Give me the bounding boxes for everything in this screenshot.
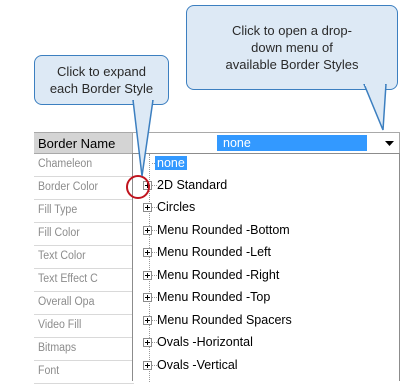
property-row[interactable]: Fill Type	[34, 200, 134, 223]
list-item-label: Ovals -Vertical	[157, 358, 238, 372]
property-label: Text Effect C	[38, 273, 98, 285]
list-item-label: 2D Standard	[157, 178, 228, 192]
expand-plus-icon[interactable]	[143, 248, 152, 257]
property-label: Fill Type	[38, 204, 78, 216]
highlight-circle	[126, 175, 150, 199]
list-item-label: none	[155, 156, 187, 170]
expand-plus-icon[interactable]	[143, 203, 152, 212]
property-label: Text Color	[38, 250, 86, 262]
border-style-dropdown: none 2D Standard Circles Menu Rounded -B…	[132, 153, 400, 382]
property-label: Video Fill	[38, 319, 82, 331]
property-label: Font	[38, 365, 60, 377]
property-label: Chameleon	[38, 158, 93, 170]
property-label: Overall Opa	[38, 296, 95, 308]
border-name-label: Border Name	[38, 136, 116, 151]
border-name-combobox[interactable]: none	[132, 132, 400, 154]
property-row[interactable]: Fill Color	[34, 223, 134, 246]
callout-dropdown-text: Click to open a drop- down menu of avail…	[225, 23, 359, 72]
property-row[interactable]: Text Color	[34, 246, 134, 269]
list-item-label: Circles	[157, 200, 196, 214]
property-row[interactable]: Video Fill	[34, 315, 134, 338]
callout-dropdown: Click to open a drop- down menu of avail…	[186, 5, 398, 90]
property-row[interactable]: Chameleon	[34, 154, 134, 177]
callout-dropdown-pointer	[363, 84, 387, 131]
combo-selected-value[interactable]: none	[217, 135, 367, 151]
expand-plus-icon[interactable]	[143, 226, 152, 235]
property-row[interactable]: Bitmaps	[34, 338, 134, 361]
list-item-label: Menu Rounded -Bottom	[157, 223, 290, 237]
property-row[interactable]: Border Color	[34, 177, 134, 200]
property-grid-header[interactable]: Border Name	[34, 132, 134, 154]
property-grid: Border Name Chameleon Border Color Fill …	[34, 132, 134, 384]
property-row[interactable]: Overall Opa	[34, 292, 134, 315]
list-item-label: Menu Rounded -Top	[157, 290, 271, 304]
expand-plus-icon[interactable]	[143, 361, 152, 370]
property-row[interactable]: Text Effect C	[34, 269, 134, 292]
callout-expand: Click to expand each Border Style	[34, 55, 169, 105]
property-label: Border Color	[38, 181, 98, 193]
expand-plus-icon[interactable]	[143, 293, 152, 302]
property-label: Fill Color	[38, 227, 80, 239]
dropdown-arrow-icon[interactable]	[382, 135, 397, 151]
combo-value-text: none	[223, 136, 251, 150]
property-label: Bitmaps	[38, 342, 77, 354]
expand-plus-icon[interactable]	[143, 316, 152, 325]
list-item-label: Menu Rounded -Left	[157, 245, 271, 259]
callout-expand-text: Click to expand each Border Style	[49, 64, 154, 96]
list-item-label: Ovals -Horizontal	[157, 335, 253, 349]
expand-plus-icon[interactable]	[143, 338, 152, 347]
list-item-label: Menu Rounded Spacers	[157, 313, 292, 327]
expand-plus-icon[interactable]	[143, 271, 152, 280]
list-item-label: Menu Rounded -Right	[157, 268, 280, 282]
